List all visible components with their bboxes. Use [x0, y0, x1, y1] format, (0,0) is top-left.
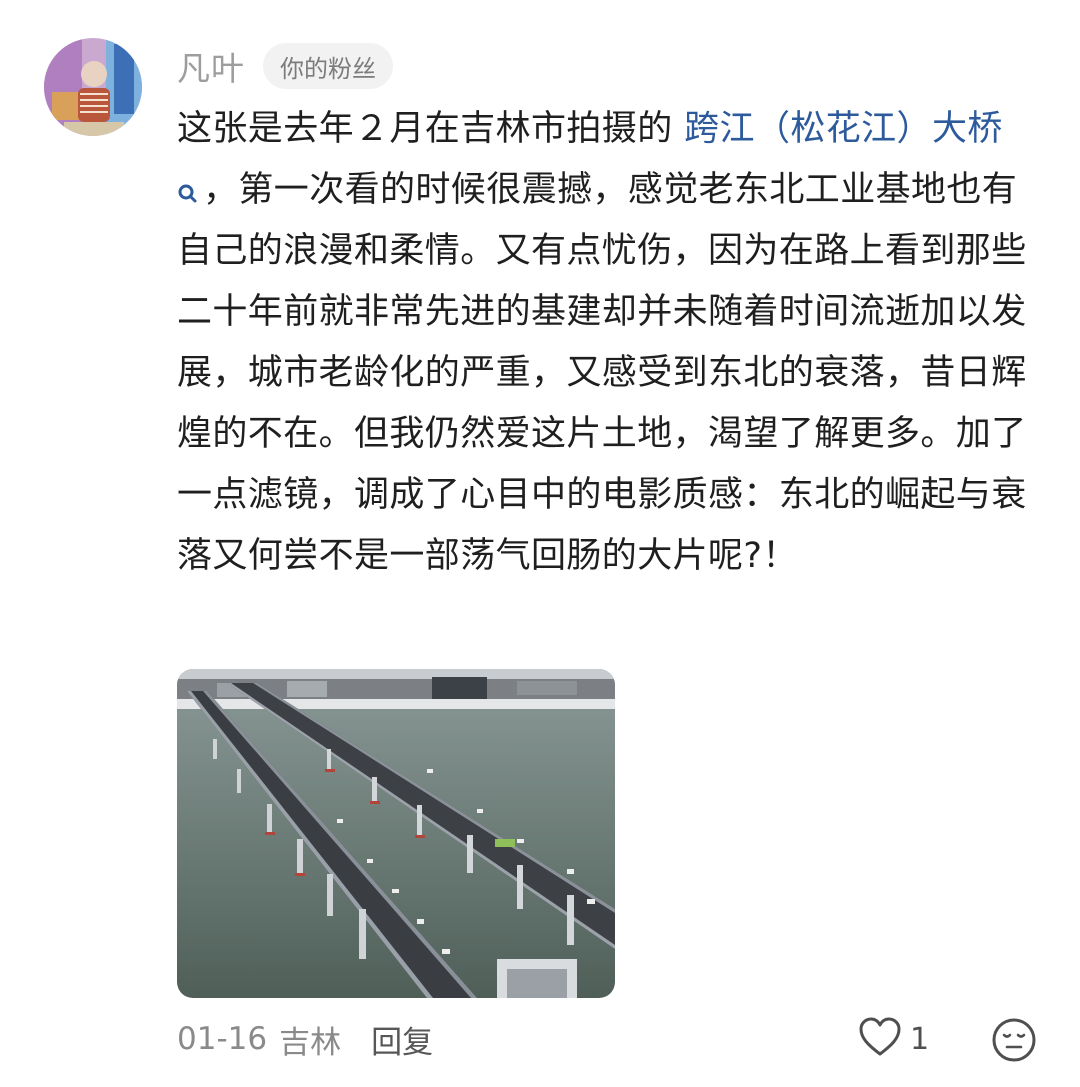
attached-photo[interactable]	[177, 669, 615, 998]
like-count: 1	[910, 1021, 930, 1057]
comment-text: 这张是去年２月在吉林市拍摄的 跨江（松花江）大桥 ，第一次看的时候很震撼，感觉老东…	[177, 99, 1047, 587]
comment-text-after: ，第一次看的时候很震撼，感觉老东北工业基地也有自己的浪漫和柔情。又有点忧伤，因为…	[177, 170, 1027, 576]
comment-date: 01-16	[177, 1021, 268, 1057]
linked-search-term[interactable]: 跨江（松花江）大桥	[684, 109, 1003, 149]
username[interactable]: 凡叶	[177, 42, 245, 90]
neutral-face-icon[interactable]	[991, 1017, 1037, 1063]
reply-button[interactable]: 回复	[371, 1017, 433, 1062]
avatar[interactable]	[44, 38, 142, 136]
comment-footer: 01-16 吉林 回复	[177, 1013, 433, 1065]
heart-outline-icon[interactable]	[858, 1017, 902, 1061]
comment-text-before: 这张是去年２月在吉林市拍摄的	[177, 109, 685, 149]
comment-card: 凡叶 你的粉丝 这张是去年２月在吉林市拍摄的 跨江（松花江）大桥 ，第一次看的时候…	[0, 0, 1080, 1087]
comment-location: 吉林	[279, 1024, 342, 1061]
search-icon[interactable]	[177, 166, 199, 203]
fan-badge: 你的粉丝	[263, 43, 393, 89]
comment-header: 凡叶 你的粉丝	[177, 40, 393, 92]
like-button[interactable]: 1	[858, 1013, 929, 1065]
